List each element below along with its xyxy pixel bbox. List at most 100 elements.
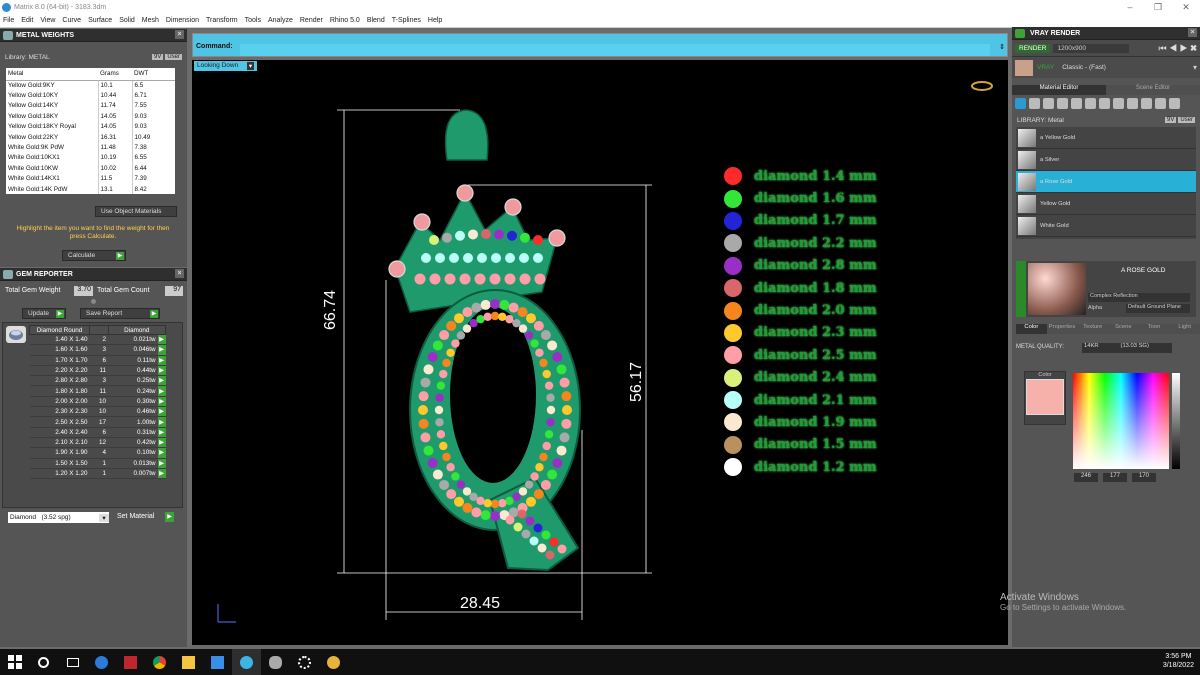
- close-icon[interactable]: ×: [1188, 28, 1197, 37]
- use-object-materials-dropdown[interactable]: Use Object Materials: [95, 206, 177, 217]
- material-item[interactable]: a Rose Gold: [1016, 171, 1196, 193]
- select-gem-button[interactable]: ▶: [157, 385, 166, 397]
- material-item[interactable]: a Silver: [1016, 149, 1196, 171]
- menu-item[interactable]: Blend: [367, 17, 385, 24]
- table-row[interactable]: 1.80 X 1.80 11 0.24tw ▶: [29, 385, 166, 397]
- menu-item[interactable]: File: [3, 17, 14, 24]
- chevron-down-icon[interactable]: ▾: [1193, 63, 1197, 72]
- select-gem-button[interactable]: ▶: [157, 468, 166, 480]
- minimize-icon[interactable]: –: [1116, 2, 1144, 13]
- material-tool-icon[interactable]: [1155, 98, 1166, 109]
- material-item[interactable]: a Yellow Gold: [1016, 127, 1196, 149]
- tab-texture[interactable]: Texture: [1077, 324, 1109, 334]
- app-icon-red[interactable]: [116, 649, 145, 675]
- rhino-icon[interactable]: [261, 649, 290, 675]
- settings-icon[interactable]: [290, 649, 319, 675]
- rgb-field[interactable]: 246: [1074, 473, 1098, 482]
- render-button[interactable]: RENDER: [1015, 43, 1051, 53]
- column-header[interactable]: DWT: [132, 68, 175, 81]
- table-row[interactable]: 1.20 X 1.20 1 0.007tw ▶: [29, 468, 166, 480]
- close-icon[interactable]: ×: [175, 30, 184, 39]
- toggle-9v[interactable]: 9V: [1164, 117, 1177, 123]
- color-picker[interactable]: [1073, 373, 1169, 469]
- chrome-icon[interactable]: [145, 649, 174, 675]
- menu-item[interactable]: Mesh: [142, 17, 159, 24]
- select-gem-button[interactable]: ▶: [157, 344, 166, 356]
- table-row[interactable]: Yellow Gold:10KY 10.44 6.71: [6, 90, 175, 101]
- table-row[interactable]: 1.40 X 1.40 2 0.021tw ▶: [29, 334, 166, 346]
- save-report-button[interactable]: Save Report ▶: [80, 308, 160, 319]
- table-row[interactable]: 2.30 X 2.30 10 0.46tw ▶: [29, 406, 166, 418]
- table-row[interactable]: White Gold:10KW 10.02 6.44: [6, 163, 175, 174]
- start-button[interactable]: [0, 649, 29, 675]
- update-button[interactable]: Update ▶: [22, 308, 66, 319]
- menu-item[interactable]: Curve: [62, 17, 81, 24]
- maximize-icon[interactable]: ❐: [1144, 2, 1172, 13]
- table-row[interactable]: 1.70 X 1.70 6 0.11tw ▶: [29, 355, 166, 366]
- app-icon-yellow[interactable]: [319, 649, 348, 675]
- collapse-handle[interactable]: [1016, 261, 1026, 317]
- table-row[interactable]: White Gold:14K PdW 13.1 8.42: [6, 183, 175, 195]
- material-item[interactable]: White Gold: [1016, 215, 1196, 237]
- toggle-user[interactable]: User: [1178, 117, 1195, 123]
- select-gem-button[interactable]: ▶: [157, 416, 166, 428]
- material-tool-icon[interactable]: [1029, 98, 1040, 109]
- system-tray-clock[interactable]: 3:56 PM 3/18/2022: [1163, 652, 1194, 670]
- splitter-handle[interactable]: [91, 299, 96, 304]
- menu-item[interactable]: Tools: [245, 17, 261, 24]
- material-tool-icon[interactable]: [1015, 98, 1026, 109]
- table-row[interactable]: 2.10 X 2.10 12 0.42tw ▶: [29, 437, 166, 449]
- select-gem-button[interactable]: ▶: [157, 437, 166, 449]
- command-input[interactable]: [240, 44, 990, 56]
- rgb-field[interactable]: 170: [1132, 473, 1156, 482]
- material-select[interactable]: Diamond (3.52 spg) ▾: [8, 512, 109, 523]
- reflection-select[interactable]: Complex Reflection: [1088, 293, 1190, 302]
- menu-item[interactable]: Solid: [119, 17, 135, 24]
- menu-item[interactable]: View: [40, 17, 55, 24]
- ground-plane-select[interactable]: Default Ground Plane: [1126, 304, 1190, 313]
- tab-toon[interactable]: Toon: [1138, 324, 1170, 334]
- resolution-field[interactable]: 1200x900: [1053, 43, 1130, 53]
- brightness-slider[interactable]: [1172, 373, 1180, 469]
- color-swatch[interactable]: [1026, 379, 1064, 415]
- file-explorer-icon[interactable]: [174, 649, 203, 675]
- select-gem-button[interactable]: ▶: [157, 447, 166, 459]
- table-row[interactable]: 1.90 X 1.90 4 0.10tw ▶: [29, 447, 166, 459]
- task-view-icon[interactable]: [58, 649, 87, 675]
- close-icon[interactable]: ×: [175, 269, 184, 278]
- menu-item[interactable]: Help: [428, 17, 442, 24]
- table-row[interactable]: 1.60 X 1.60 3 0.046tw ▶: [29, 344, 166, 356]
- tab-color[interactable]: Color: [1016, 324, 1047, 334]
- tab-scene[interactable]: Scene: [1108, 324, 1139, 334]
- material-tool-icon[interactable]: [1169, 98, 1180, 109]
- table-row[interactable]: Yellow Gold:18KY 14.05 9.03: [6, 111, 175, 122]
- mail-icon[interactable]: [203, 649, 232, 675]
- table-row[interactable]: White Gold:14KX1 11.5 7.39: [6, 173, 175, 184]
- metal-quality-select[interactable]: 14KR (13.03 SG): [1082, 343, 1172, 353]
- toggle-9v[interactable]: 9V: [151, 54, 164, 60]
- select-gem-button[interactable]: ▶: [157, 406, 166, 418]
- menu-item[interactable]: Rhino 5.0: [330, 17, 360, 24]
- rgb-field[interactable]: 177: [1103, 473, 1127, 482]
- menu-item[interactable]: T-Splines: [392, 17, 421, 24]
- material-item[interactable]: Yellow Gold: [1016, 193, 1196, 215]
- material-tool-icon[interactable]: [1057, 98, 1068, 109]
- table-row[interactable]: Yellow Gold:9KY 10.1 6.5: [6, 80, 175, 91]
- menu-item[interactable]: Dimension: [166, 17, 199, 24]
- table-row[interactable]: 2.00 X 2.00 10 0.30tw ▶: [29, 396, 166, 408]
- column-header[interactable]: Grams: [98, 68, 132, 81]
- select-gem-button[interactable]: ▶: [157, 355, 166, 366]
- tab-scene-editor[interactable]: Scene Editor: [1106, 85, 1200, 95]
- menu-item[interactable]: Surface: [88, 17, 112, 24]
- table-row[interactable]: White Gold:9K PdW 11.48 7.38: [6, 142, 175, 153]
- table-row[interactable]: 2.80 X 2.80 3 0.25tw ▶: [29, 375, 166, 387]
- material-tool-icon[interactable]: [1043, 98, 1054, 109]
- select-gem-button[interactable]: ▶: [157, 396, 166, 408]
- menu-item[interactable]: Edit: [21, 17, 33, 24]
- tab-light[interactable]: Light: [1169, 324, 1200, 334]
- select-gem-button[interactable]: ▶: [157, 375, 166, 387]
- table-row[interactable]: Yellow Gold:22KY 16.31 10.49: [6, 131, 175, 143]
- menu-item[interactable]: Transform: [206, 17, 238, 24]
- search-icon[interactable]: [29, 649, 58, 675]
- column-header[interactable]: Metal: [6, 68, 98, 81]
